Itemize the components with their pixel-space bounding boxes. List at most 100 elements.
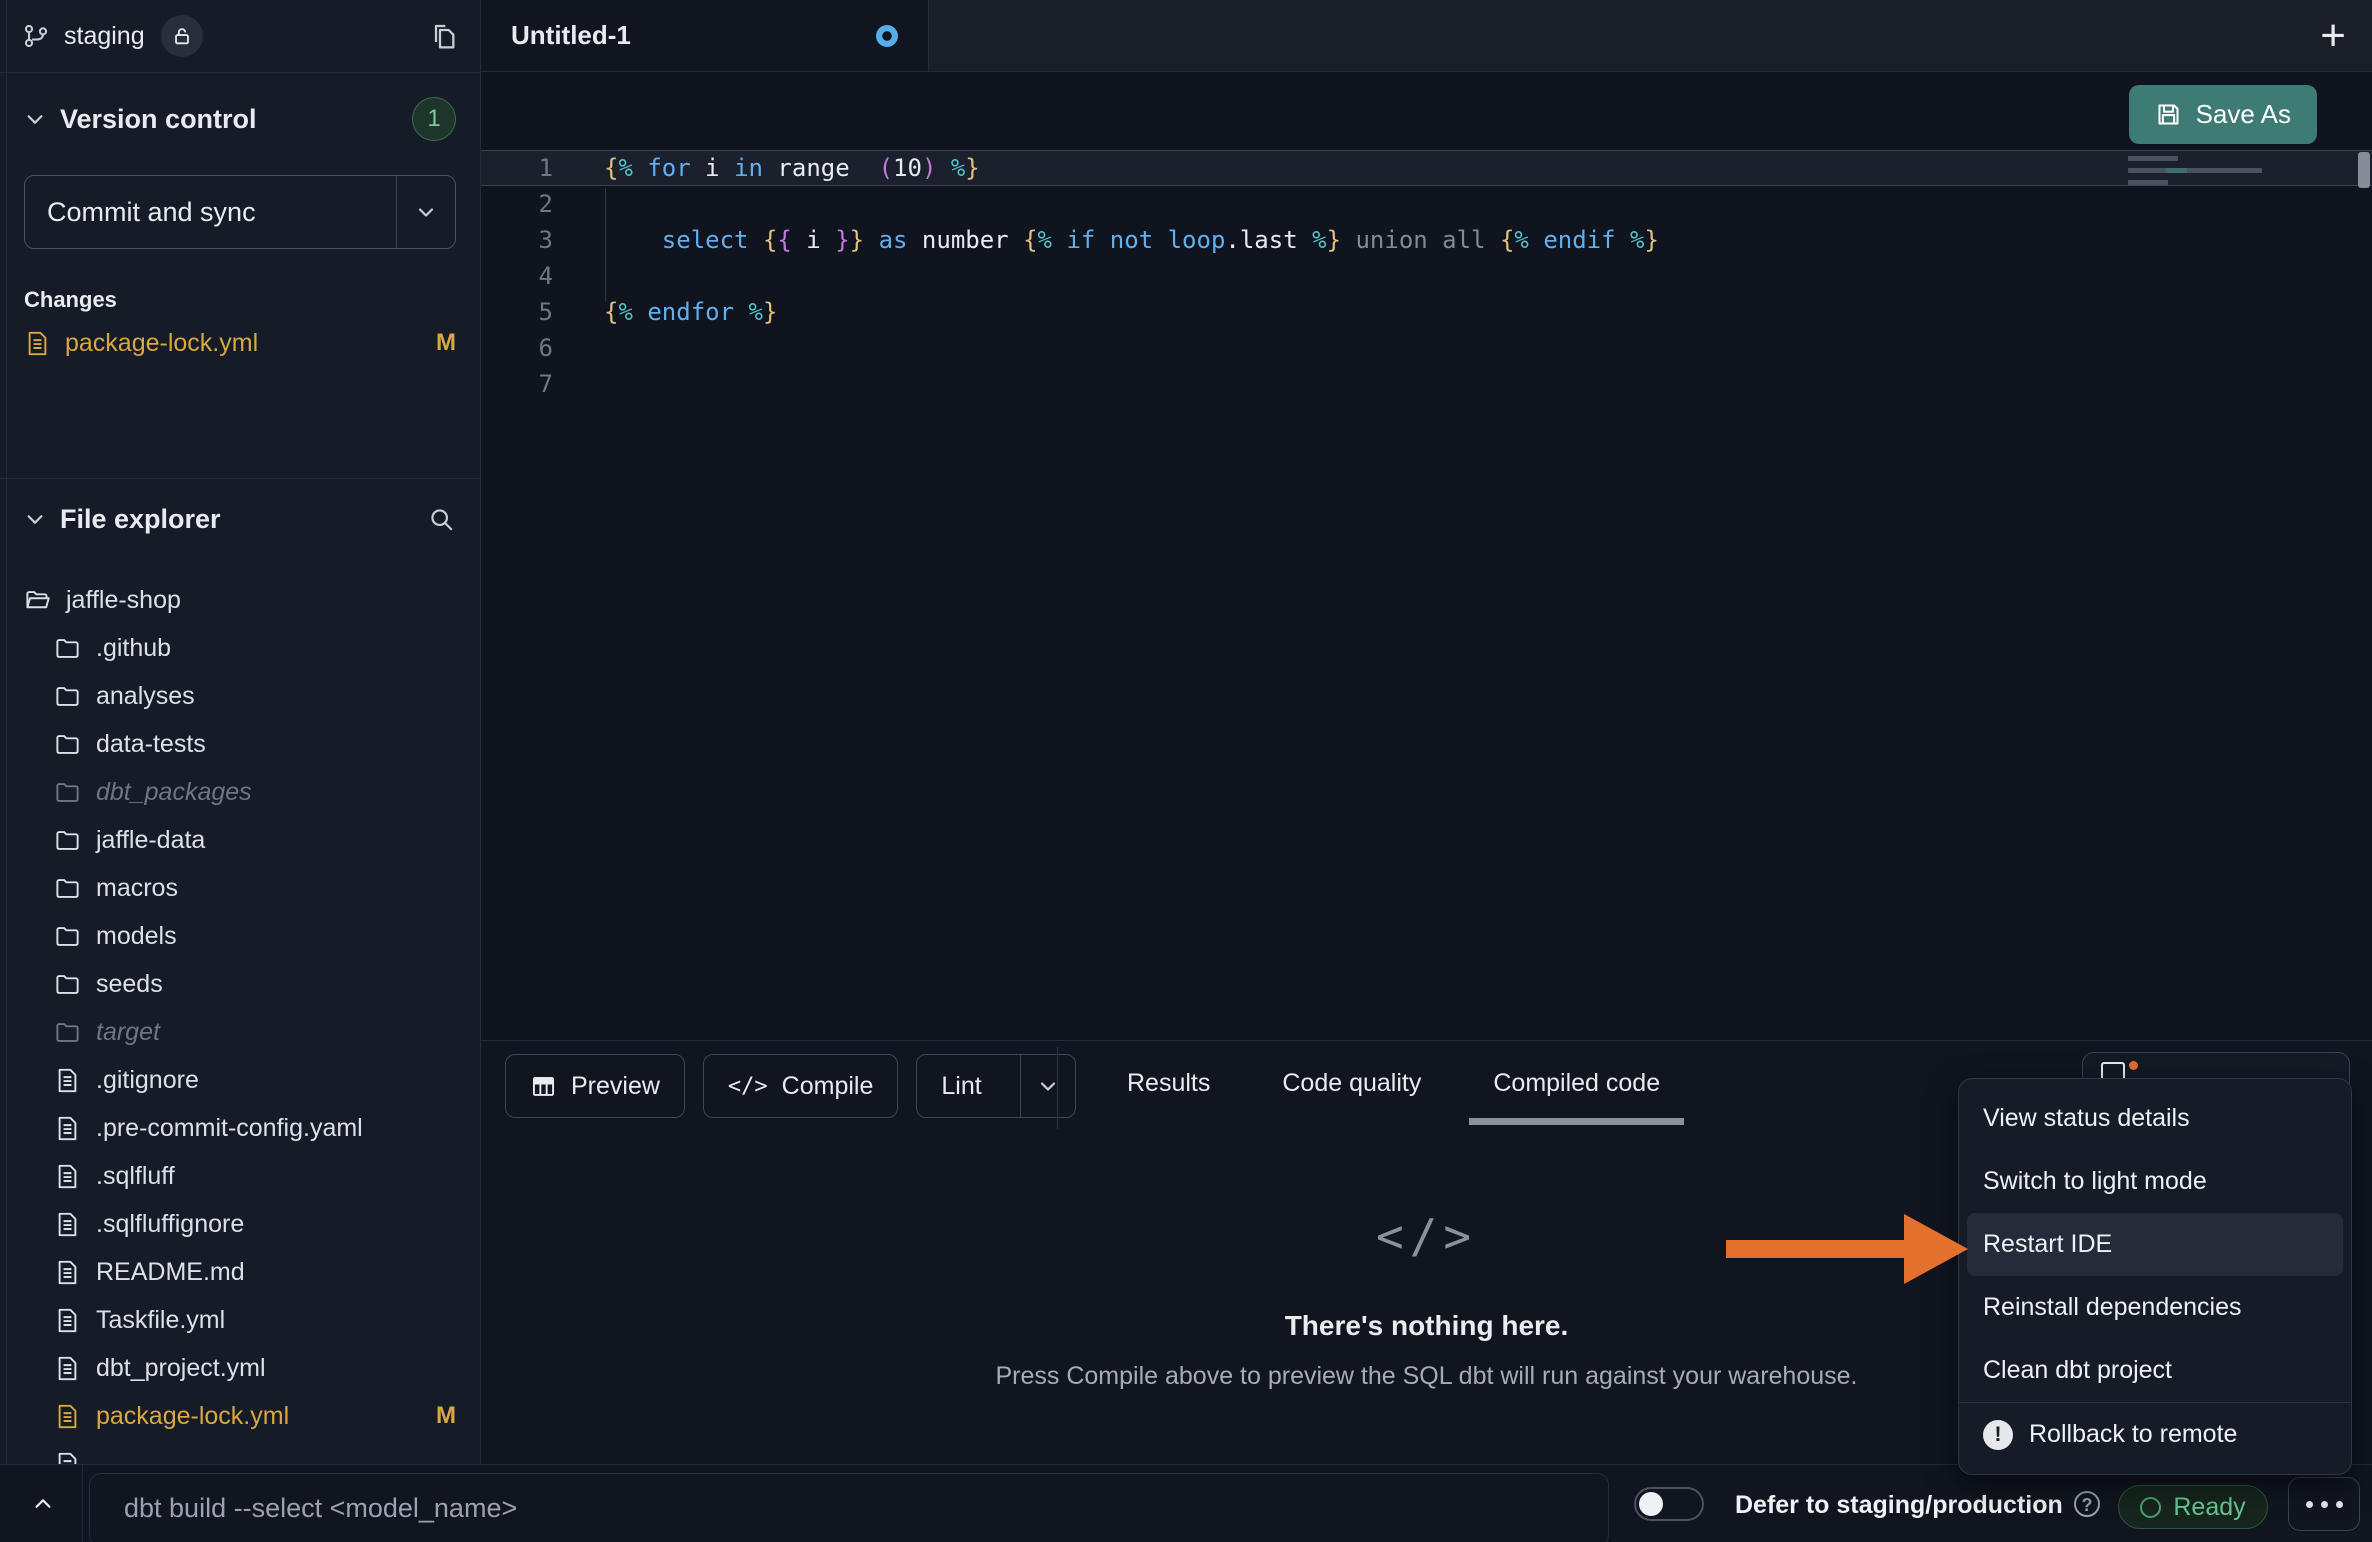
status-circle-icon (2140, 1497, 2161, 1518)
ide-status-context-menu: View status details Switch to light mode R… (1958, 1078, 2352, 1475)
tree-item-partial[interactable] (24, 1440, 456, 1464)
tree-item-label: Taskfile.yml (96, 1306, 225, 1335)
menu-item-view-status-details[interactable]: View status details (1967, 1087, 2343, 1150)
tab-untitled-1[interactable]: Untitled-1 (481, 0, 929, 71)
code-line-5[interactable]: 5 {% endfor %} (481, 294, 2372, 330)
unsaved-changes-dot-icon (876, 25, 898, 47)
file-icon (54, 1066, 82, 1094)
file-icon (54, 1354, 82, 1382)
search-icon[interactable] (427, 505, 456, 534)
editor-scrollbar[interactable] (2358, 152, 2370, 188)
code-line-2[interactable]: 2 (481, 186, 2372, 222)
tab-results[interactable]: Results (1091, 1041, 1246, 1125)
annotation-arrow (1726, 1240, 1908, 1258)
tree-item-models[interactable]: models (24, 912, 456, 960)
changes-count-badge: 1 (412, 97, 456, 141)
toggle-knob (1639, 1492, 1663, 1516)
tab-code-quality[interactable]: Code quality (1246, 1041, 1457, 1125)
code-text: {% for i in range (10) %} (604, 150, 980, 186)
tree-item-label: dbt_packages (96, 778, 252, 807)
code-line-6[interactable]: 6 (481, 330, 2372, 366)
folder-icon (24, 586, 52, 614)
more-options-button[interactable] (2288, 1477, 2360, 1531)
tree-item-.pre-commit-config.yaml[interactable]: .pre-commit-config.yaml (24, 1104, 456, 1152)
tree-item-seeds[interactable]: seeds (24, 960, 456, 1008)
code-editor[interactable]: 1{% for i in range (10) %}23 select {{ i… (481, 150, 2372, 1040)
dot-icon (2336, 1501, 2343, 1508)
lint-label: Lint (917, 1072, 1005, 1101)
menu-item-rollback-to-remote[interactable]: !Rollback to remote (1967, 1403, 2343, 1466)
annotation-arrow-head (1904, 1214, 1968, 1284)
tree-item-label: data-tests (96, 730, 206, 759)
tab-compiled-code[interactable]: Compiled code (1457, 1041, 1696, 1125)
line-number: 5 (481, 294, 553, 330)
menu-item-label: Switch to light mode (1983, 1167, 2207, 1196)
changed-file-row[interactable]: package-lock.yml M (24, 319, 456, 367)
tree-item-dbt_packages[interactable]: dbt_packages (24, 768, 456, 816)
lock-icon (171, 25, 193, 47)
menu-item-label: Clean dbt project (1983, 1356, 2172, 1385)
tree-item-.github[interactable]: .github (24, 624, 456, 672)
code-line-1[interactable]: 1{% for i in range (10) %} (481, 150, 2372, 186)
menu-item-label: Rollback to remote (2029, 1420, 2237, 1449)
tree-item-target[interactable]: target (24, 1008, 456, 1056)
modified-badge: M (436, 329, 456, 357)
chevron-up-icon[interactable] (30, 1493, 56, 1515)
folder-icon (54, 730, 82, 758)
file-explorer-header[interactable]: File explorer (24, 479, 456, 559)
tree-item-Taskfile.yml[interactable]: Taskfile.yml (24, 1296, 456, 1344)
file-icon (54, 1162, 82, 1190)
tree-item-.sqlfluffignore[interactable]: .sqlfluffignore (24, 1200, 456, 1248)
code-line-7[interactable]: 7 (481, 366, 2372, 402)
menu-item-restart-ide[interactable]: Restart IDE (1967, 1213, 2343, 1276)
tree-item-.gitignore[interactable]: .gitignore (24, 1056, 456, 1104)
commit-and-sync-button[interactable]: Commit and sync (24, 175, 456, 249)
file-tree: jaffle-shop.githubanalyses data-tests dbt_… (24, 576, 456, 1464)
branch-name[interactable]: staging (64, 22, 145, 51)
duplicate-file-icon[interactable] (428, 20, 460, 57)
git-branch-icon (22, 22, 50, 50)
tree-item-dbt_project.yml[interactable]: dbt_project.yml (24, 1344, 456, 1392)
code-line-4[interactable]: 4 (481, 258, 2372, 294)
tab-label: Untitled-1 (511, 20, 631, 51)
file-icon (24, 330, 51, 357)
tree-item-README.md[interactable]: README.md (24, 1248, 456, 1296)
menu-item-clean-dbt-project[interactable]: Clean dbt project (1967, 1339, 2343, 1402)
panel-divider (1057, 1047, 1058, 1129)
folder-icon (54, 778, 82, 806)
lint-options-chevron[interactable] (1020, 1055, 1075, 1117)
tree-item-.sqlfluff[interactable]: .sqlfluff (24, 1152, 456, 1200)
command-bar: dbt build --select <model_name> Defer to… (0, 1464, 2372, 1542)
code-line-3[interactable]: 3 select {{ i }} as number {% if not loo… (481, 222, 2372, 258)
version-control-header[interactable]: Version control 1 (24, 89, 456, 149)
line-number: 2 (481, 186, 553, 222)
tree-item-jaffle-data[interactable]: jaffle-data (24, 816, 456, 864)
save-icon (2155, 101, 2182, 128)
tree-item-package-lock.yml[interactable]: package-lock.ymlM (24, 1392, 456, 1440)
commit-and-sync-label: Commit and sync (25, 197, 256, 228)
new-tab-button[interactable]: + (2320, 6, 2346, 66)
menu-item-switch-to-light-mode[interactable]: Switch to light mode (1967, 1150, 2343, 1213)
folder-icon (54, 634, 82, 662)
file-icon (54, 1306, 82, 1334)
table-icon (530, 1073, 557, 1100)
minimap (2128, 156, 2270, 192)
code-lines: 1{% for i in range (10) %}23 select {{ i… (481, 150, 2372, 402)
tree-item-jaffle-shop[interactable]: jaffle-shop (24, 576, 456, 624)
defer-toggle[interactable] (1634, 1487, 1704, 1521)
lint-button[interactable]: Lint (916, 1054, 1075, 1118)
menu-item-reinstall-dependencies[interactable]: Reinstall dependencies (1967, 1276, 2343, 1339)
tree-item-analyses[interactable]: analyses (24, 672, 456, 720)
commit-options-chevron[interactable] (396, 176, 455, 248)
save-as-label: Save As (2196, 99, 2291, 130)
save-as-button[interactable]: Save As (2129, 85, 2317, 144)
preview-button[interactable]: Preview (505, 1054, 685, 1118)
file-icon (54, 1114, 82, 1142)
tree-item-data-tests[interactable]: data-tests (24, 720, 456, 768)
compile-button[interactable]: </> Compile (703, 1054, 898, 1118)
editor-tab-strip: Untitled-1 + (481, 0, 2372, 72)
tree-item-macros[interactable]: macros (24, 864, 456, 912)
code-text: {% endfor %} (604, 294, 777, 330)
help-icon[interactable]: ? (2074, 1491, 2100, 1517)
line-number: 6 (481, 330, 553, 366)
